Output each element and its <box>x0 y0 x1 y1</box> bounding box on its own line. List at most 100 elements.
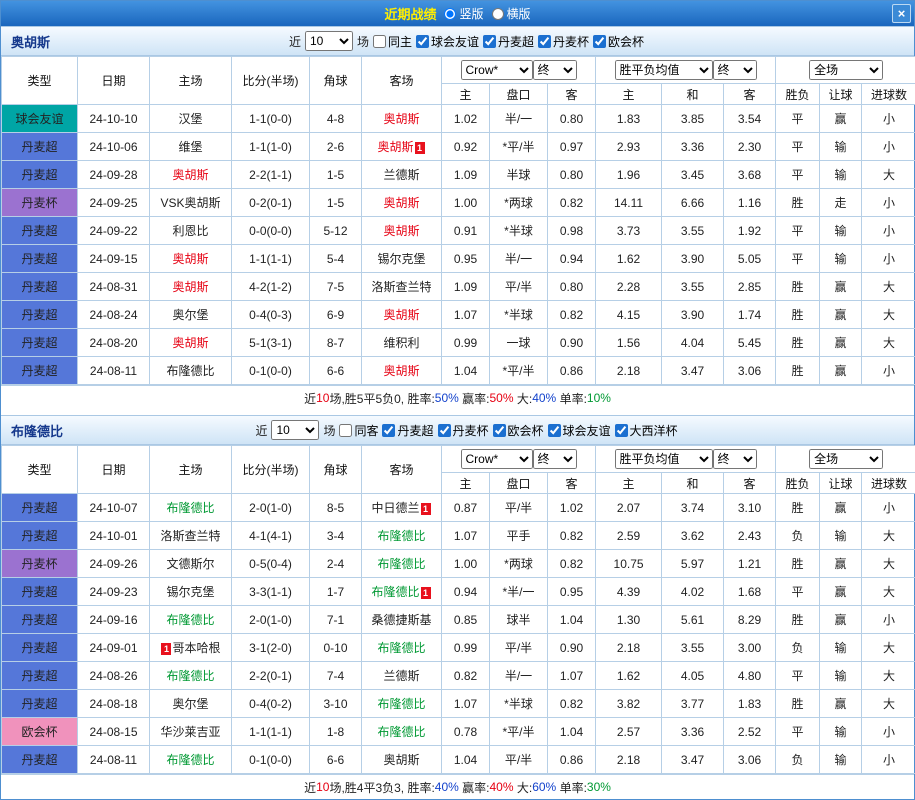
same-side-filter-checkbox[interactable] <box>339 424 352 437</box>
score-cell: 2-0(1-0) <box>232 494 310 522</box>
odds-handicap-cell: *平/半 <box>490 357 548 385</box>
date-cell: 24-10-07 <box>78 494 150 522</box>
odds-home-cell: 1.04 <box>442 357 490 385</box>
same-side-filter[interactable]: 同客 <box>339 422 378 439</box>
handicap-result-cell: 输 <box>820 522 862 550</box>
result-cell: 平 <box>776 133 820 161</box>
close-icon[interactable]: × <box>892 4 911 23</box>
sub-column-header: 客 <box>724 473 776 494</box>
same-side-filter-checkbox[interactable] <box>373 35 386 48</box>
horizontal-radio[interactable] <box>492 8 504 20</box>
league-filter-checkbox[interactable] <box>615 424 628 437</box>
league-filter-checkbox[interactable] <box>483 35 496 48</box>
goals-cell: 大 <box>862 662 915 690</box>
filter-bar: 近10场同主球会友谊丹麦超丹麦杯欧会杯 <box>79 31 914 51</box>
league-filter[interactable]: 球会友谊 <box>548 422 611 439</box>
league-filter[interactable]: 丹麦杯 <box>438 422 489 439</box>
column-header: 主场 <box>150 57 232 105</box>
league-filter[interactable]: 丹麦超 <box>382 422 433 439</box>
league-filter[interactable]: 球会友谊 <box>416 33 479 50</box>
section-team-name: 布隆德比 <box>1 421 79 440</box>
league-filter[interactable]: 丹麦杯 <box>538 33 589 50</box>
goals-cell: 小 <box>862 105 915 133</box>
league-filter-checkbox[interactable] <box>593 35 606 48</box>
match-count-select[interactable]: 10 <box>305 31 353 51</box>
date-cell: 24-09-25 <box>78 189 150 217</box>
result-cell: 平 <box>776 662 820 690</box>
date-cell: 24-10-06 <box>78 133 150 161</box>
odds-handicap-cell: 平/半 <box>490 273 548 301</box>
league-filter[interactable]: 丹麦超 <box>483 33 534 50</box>
odds-home-cell: 0.91 <box>442 217 490 245</box>
league-cell: 丹麦超 <box>2 690 78 718</box>
same-side-filter-label: 同客 <box>354 422 378 439</box>
league-filter-checkbox[interactable] <box>416 35 429 48</box>
league-filter-checkbox[interactable] <box>538 35 551 48</box>
sub-column-header: 盘口 <box>490 84 548 105</box>
corners-cell: 7-4 <box>310 662 362 690</box>
odds-away-cell: 0.80 <box>548 273 596 301</box>
avg-home-cell: 4.39 <box>596 578 662 606</box>
score-cell: 0-5(0-4) <box>232 550 310 578</box>
match-count-select[interactable]: 10 <box>271 420 319 440</box>
odds-final-select[interactable]: 终 <box>533 449 577 469</box>
odds-source-header: Crow*终 <box>442 446 596 473</box>
scope-select[interactable]: 全场 <box>809 60 883 80</box>
goals-cell: 小 <box>862 133 915 161</box>
team-name-text: 华沙莱吉亚 <box>160 725 220 739</box>
avg-draw-cell: 3.55 <box>662 634 724 662</box>
home-team-cell: 布隆德比 <box>150 357 232 385</box>
league-filter-checkbox[interactable] <box>493 424 506 437</box>
handicap-result-cell: 输 <box>820 634 862 662</box>
team-name-text: 兰德斯 <box>383 669 419 683</box>
sub-column-header: 进球数 <box>862 473 915 494</box>
matches-table: 类型日期主场比分(半场)角球客场Crow*终胜平负均值终全场主盘口客主和客胜负让… <box>1 445 915 774</box>
vertical-radio[interactable] <box>444 8 456 20</box>
away-team-cell: 布隆德比 <box>362 522 442 550</box>
league-cell: 丹麦超 <box>2 161 78 189</box>
sub-column-header: 客 <box>548 84 596 105</box>
odds-away-cell: 0.90 <box>548 329 596 357</box>
away-team-cell: 布隆德比1 <box>362 578 442 606</box>
odds-company-select[interactable]: Crow* <box>461 60 533 80</box>
league-filter-checkbox[interactable] <box>382 424 395 437</box>
league-filter-checkbox[interactable] <box>438 424 451 437</box>
avg-final-select[interactable]: 终 <box>713 449 757 469</box>
column-header: 角球 <box>310 446 362 494</box>
recent-results-window: 近期战绩 竖版 横版 × 奥胡斯近10场同主球会友谊丹麦超丹麦杯欧会杯类型日期主… <box>0 0 915 800</box>
handicap-result-cell: 输 <box>820 245 862 273</box>
layout-option-horizontal[interactable]: 横版 <box>492 5 531 22</box>
score-cell: 3-1(2-0) <box>232 634 310 662</box>
odds-home-cell: 0.99 <box>442 634 490 662</box>
avg-draw-cell: 3.90 <box>662 301 724 329</box>
date-cell: 24-10-01 <box>78 522 150 550</box>
avg-draw-cell: 3.90 <box>662 245 724 273</box>
home-team-cell: 布隆德比 <box>150 662 232 690</box>
avg-select[interactable]: 胜平负均值 <box>615 449 713 469</box>
odds-final-select[interactable]: 终 <box>533 60 577 80</box>
league-filter[interactable]: 欧会杯 <box>493 422 544 439</box>
league-cell: 丹麦超 <box>2 245 78 273</box>
home-team-cell: 洛斯查兰特 <box>150 522 232 550</box>
odds-company-select[interactable]: Crow* <box>461 449 533 469</box>
sub-column-header: 主 <box>442 473 490 494</box>
score-cell: 1-1(0-0) <box>232 105 310 133</box>
league-filter[interactable]: 欧会杯 <box>593 33 644 50</box>
same-side-filter[interactable]: 同主 <box>373 33 412 50</box>
layout-option-vertical[interactable]: 竖版 <box>444 5 483 22</box>
date-cell: 24-08-18 <box>78 690 150 718</box>
score-cell: 0-1(0-0) <box>232 357 310 385</box>
avg-final-select[interactable]: 终 <box>713 60 757 80</box>
column-header: 主场 <box>150 446 232 494</box>
section-team-name: 奥胡斯 <box>1 32 79 51</box>
column-header: 比分(半场) <box>232 57 310 105</box>
handicap-result-cell: 赢 <box>820 301 862 329</box>
league-filter[interactable]: 大西洋杯 <box>615 422 678 439</box>
match-row: 丹麦杯24-09-25VSK奥胡斯0-2(0-1)1-5奥胡斯1.00*两球0.… <box>2 189 915 217</box>
scope-select[interactable]: 全场 <box>809 449 883 469</box>
league-filter-checkbox[interactable] <box>548 424 561 437</box>
goals-cell: 大 <box>862 578 915 606</box>
avg-select[interactable]: 胜平负均值 <box>615 60 713 80</box>
home-team-cell: 奥尔堡 <box>150 301 232 329</box>
avg-away-cell: 3.10 <box>724 494 776 522</box>
